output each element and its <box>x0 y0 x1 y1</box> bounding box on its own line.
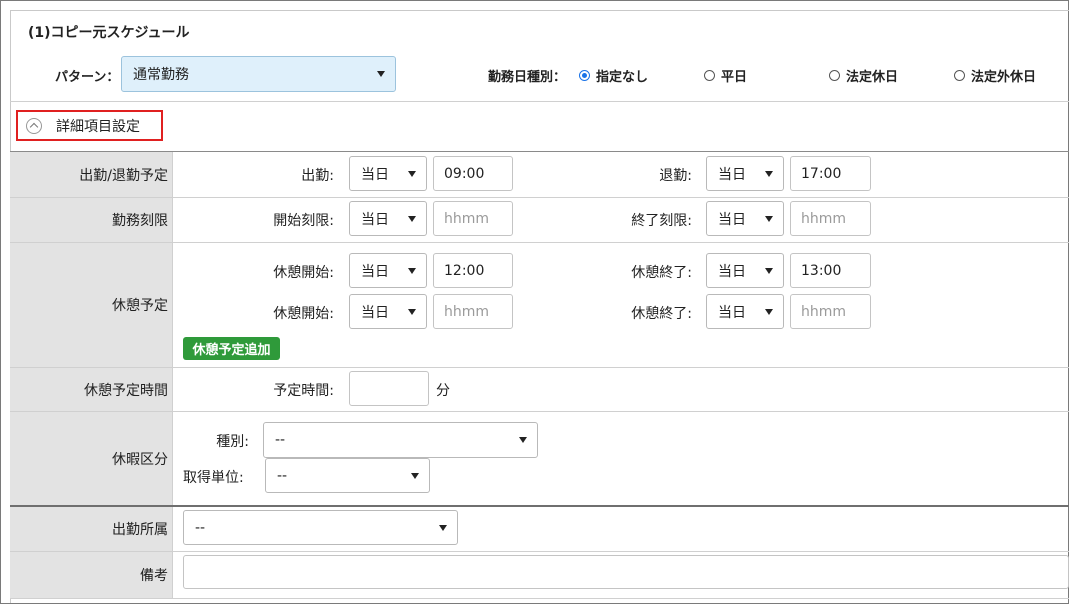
limit-end-label: 終了刻限: <box>631 213 692 229</box>
chevron-down-icon <box>519 437 527 443</box>
row-break: 休憩予定 <box>10 243 1069 368</box>
break-start-label: 休憩開始: <box>273 265 334 281</box>
chevron-down-icon <box>408 308 416 315</box>
chevron-down-icon <box>765 267 773 274</box>
radio-dot-icon <box>954 70 965 81</box>
radio-none[interactable]: 指定なし <box>579 66 648 85</box>
break-start-label-2: 休憩開始: <box>273 306 334 322</box>
leave-unit-label: 取得単位: <box>183 470 244 486</box>
radio-legal-holiday[interactable]: 法定休日 <box>829 66 898 85</box>
limit-end-input[interactable]: hhmm <box>790 201 871 236</box>
radio-weekday[interactable]: 平日 <box>704 66 747 85</box>
row-break-time: 休憩予定時間 <box>10 368 1069 412</box>
break-end-input[interactable]: 13:00 <box>790 253 871 288</box>
leave-type-label: 種別: <box>216 434 249 450</box>
chevron-down-icon <box>439 524 447 531</box>
row-header: 休憩予定 <box>10 243 173 367</box>
leave-type-select[interactable]: -- <box>263 422 538 458</box>
select-value: -- <box>277 467 288 484</box>
select-value: -- <box>195 519 206 536</box>
select-value: 当日 <box>361 304 389 321</box>
affiliation-select[interactable]: -- <box>183 510 458 545</box>
chevron-down-icon <box>765 308 773 315</box>
pattern-select-value: 通常勤務 <box>133 67 189 83</box>
break-start-day-select-2[interactable]: 当日 <box>349 294 427 329</box>
select-value: 当日 <box>361 211 389 228</box>
start-time-input[interactable]: 09:00 <box>433 156 513 191</box>
select-value: 当日 <box>718 304 746 321</box>
planned-time-input[interactable] <box>349 371 429 406</box>
row-leave: 休暇区分 <box>10 412 1069 507</box>
break-start-input-2[interactable]: hhmm <box>433 294 513 329</box>
leave-unit-select[interactable]: -- <box>265 458 430 493</box>
chevron-down-icon <box>765 215 773 222</box>
break-end-day-select[interactable]: 当日 <box>706 253 784 288</box>
row-header: 勤務刻限 <box>10 198 173 242</box>
limit-start-label: 開始刻限: <box>273 213 334 229</box>
row-header: 休暇区分 <box>10 412 173 505</box>
chevron-down-icon <box>411 472 419 479</box>
row-header: 出勤所属 <box>10 507 173 551</box>
pattern-label: パターン： <box>55 70 120 85</box>
chevron-down-icon <box>408 215 416 222</box>
row-schedule: 出勤/退勤予定 <box>10 152 1069 198</box>
detail-settings-label: 詳細項目設定 <box>56 118 140 135</box>
work-day-type-label: 勤務日種別： <box>488 70 567 85</box>
select-value: 当日 <box>361 263 389 280</box>
break-start-input[interactable]: 12:00 <box>433 253 513 288</box>
radio-label: 法定外休日 <box>971 70 1037 85</box>
chevron-down-icon <box>377 71 385 77</box>
radio-label: 法定休日 <box>846 70 899 85</box>
start-label: 出勤: <box>301 168 334 184</box>
radio-label: 平日 <box>721 70 748 85</box>
break-start-day-select[interactable]: 当日 <box>349 253 427 288</box>
radio-dot-icon <box>704 70 715 81</box>
chevron-down-icon <box>408 267 416 274</box>
break-end-input-2[interactable]: hhmm <box>790 294 871 329</box>
select-value: 当日 <box>361 166 389 183</box>
add-break-button[interactable]: 休憩予定追加 <box>183 337 280 360</box>
select-value: 当日 <box>718 166 746 183</box>
section-title: (1)コピー元スケジュール <box>28 25 190 41</box>
row-header: 休憩予定時間 <box>10 368 173 411</box>
start-day-select[interactable]: 当日 <box>349 156 427 191</box>
radio-label: 指定なし <box>596 70 649 85</box>
radio-non-legal-holiday[interactable]: 法定外休日 <box>954 66 1036 85</box>
chevron-down-icon <box>408 170 416 177</box>
end-day-select[interactable]: 当日 <box>706 156 784 191</box>
select-value: 当日 <box>718 263 746 280</box>
radio-dot-icon <box>829 70 840 81</box>
row-header: 備考 <box>10 552 173 598</box>
row-header: 出勤/退勤予定 <box>10 152 173 197</box>
row-affiliation: 出勤所属 <box>10 507 1069 552</box>
limit-start-day-select[interactable]: 当日 <box>349 201 427 236</box>
divider <box>10 101 1069 102</box>
chevron-down-icon <box>765 170 773 177</box>
radio-dot-icon <box>579 70 590 81</box>
detail-table: 出勤/退勤予定 勤務刻限 休憩予定 休憩予定時間 休暇区分 出勤所属 備考 <box>10 151 1069 603</box>
select-value: 当日 <box>718 211 746 228</box>
minutes-unit: 分 <box>436 383 450 399</box>
break-end-label: 休憩終了: <box>631 265 692 281</box>
break-end-day-select-2[interactable]: 当日 <box>706 294 784 329</box>
row-limit: 勤務刻限 <box>10 198 1069 243</box>
end-time-input[interactable]: 17:00 <box>790 156 871 191</box>
limit-start-input[interactable]: hhmm <box>433 201 513 236</box>
select-value: -- <box>275 432 286 448</box>
detail-settings-toggle[interactable]: 詳細項目設定 <box>16 110 163 141</box>
pattern-select[interactable]: 通常勤務 <box>121 56 396 92</box>
limit-end-day-select[interactable]: 当日 <box>706 201 784 236</box>
chevron-up-icon <box>26 117 42 134</box>
planned-time-label: 予定時間: <box>273 383 334 399</box>
break-end-label-2: 休憩終了: <box>631 306 692 322</box>
note-input[interactable] <box>183 555 1069 589</box>
end-label: 退勤: <box>659 168 692 184</box>
